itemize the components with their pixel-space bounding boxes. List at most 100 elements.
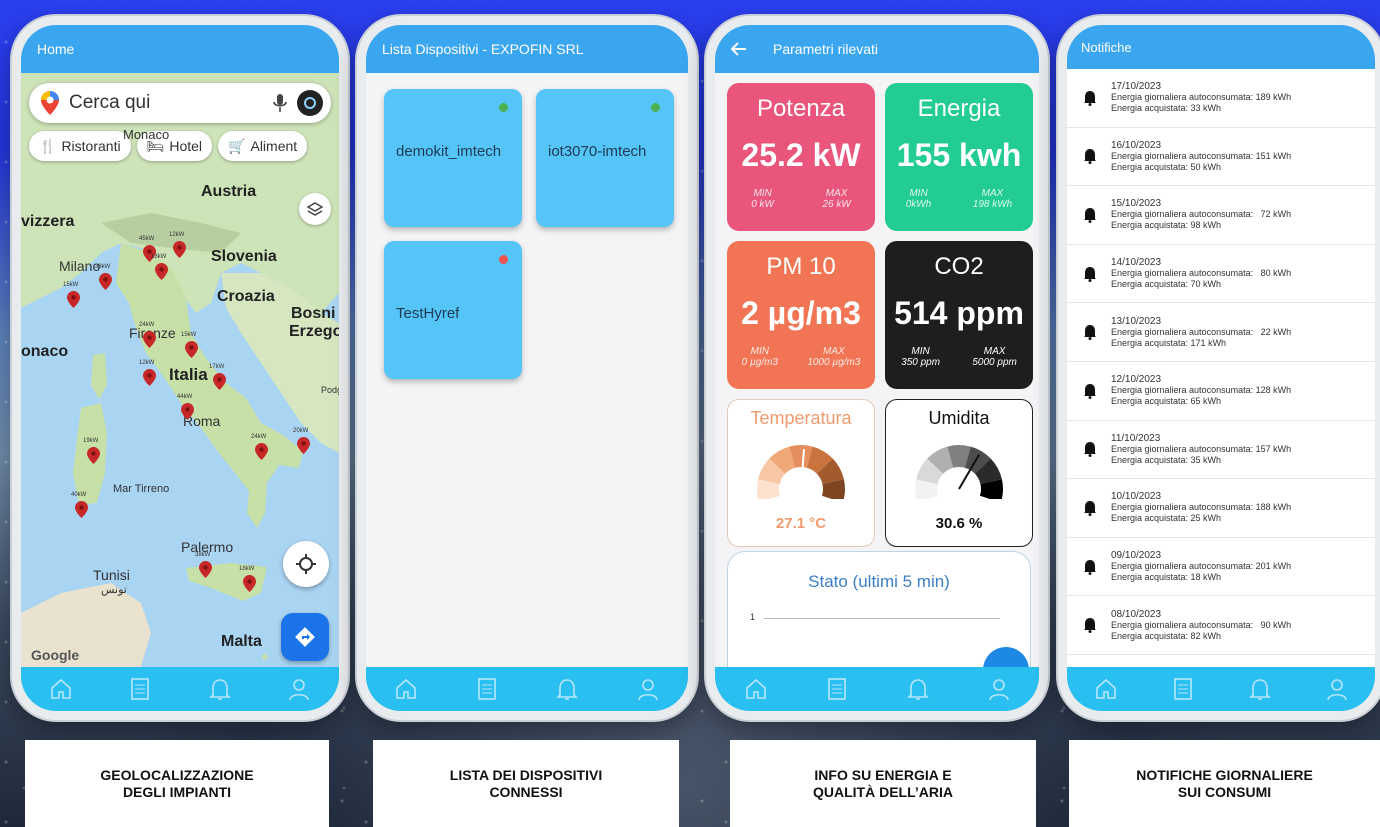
nav-devices[interactable] — [126, 675, 154, 703]
map-label-slovenia: Slovenia — [211, 248, 277, 265]
notification-line1: Energia giornaliera autoconsumata: 90 kW… — [1111, 619, 1292, 630]
user-icon — [1326, 679, 1347, 701]
directions-button[interactable] — [281, 613, 329, 661]
maps-pin-logo-icon — [41, 91, 59, 115]
nav-notifications[interactable] — [206, 675, 234, 703]
map-search-bar[interactable]: Cerca qui — [29, 83, 331, 123]
layers-button[interactable] — [299, 193, 331, 225]
device-card[interactable]: demokit_imtech — [384, 89, 522, 227]
phone-devices: Lista Dispositivi - EXPOFIN SRL demokit_… — [357, 16, 697, 720]
nav-home[interactable] — [392, 675, 420, 703]
plant-pin-icon[interactable] — [173, 241, 186, 258]
plant-pin-icon[interactable] — [255, 443, 268, 460]
plant-pin-icon[interactable] — [181, 403, 194, 420]
map-label-erzego: Erzego — [289, 323, 339, 340]
device-name: demokit_imtech — [396, 143, 502, 160]
plant-pin-icon[interactable] — [75, 501, 88, 518]
notification-line2: Energia acquistata: 35 kWh — [1111, 454, 1222, 465]
notification-line1: Energia giornaliera autoconsumata: 22 kW… — [1111, 326, 1292, 337]
notification-date: 15/10/2023 — [1111, 198, 1162, 210]
map-label-tunisi: Tunisi — [93, 567, 130, 583]
bottom-nav — [366, 667, 688, 711]
nav-profile[interactable] — [985, 675, 1013, 703]
plant-pin-icon[interactable] — [199, 561, 212, 578]
nav-home[interactable] — [47, 675, 75, 703]
nav-notifications[interactable] — [1246, 675, 1274, 703]
plant-pin-icon[interactable] — [243, 575, 256, 592]
notification-item[interactable]: 14/10/2023 Energia giornaliera autoconsum… — [1067, 245, 1375, 304]
notification-list: 17/10/2023 Energia giornaliera autoconsum… — [1067, 69, 1375, 655]
directions-icon — [295, 627, 315, 647]
chip-alimentari[interactable]: 🛒 Aliment — [218, 131, 308, 161]
plant-pin-icon[interactable] — [67, 291, 80, 308]
nav-devices[interactable] — [823, 675, 851, 703]
notification-item[interactable]: 12/10/2023 Energia giornaliera autoconsum… — [1067, 362, 1375, 421]
metric-card-potenza: Potenza 25.2 kW MIN 0 kW MAX 26 kW — [727, 83, 875, 231]
caption-geolocation: GEOLOCALIZZAZIONE DEGLI IMPIANTI — [25, 740, 329, 827]
nav-notifications[interactable] — [553, 675, 581, 703]
notification-item[interactable]: 11/10/2023 Energia giornaliera autoconsum… — [1067, 421, 1375, 480]
plant-pin-icon[interactable] — [185, 341, 198, 358]
profile-logo-icon — [304, 97, 316, 109]
caption-notifications: NOTIFICHE GIORNALIERE SUI CONSUMI — [1069, 740, 1380, 827]
device-card[interactable]: TestHyref — [384, 241, 522, 379]
back-arrow-icon[interactable] — [731, 42, 747, 56]
nav-notifications[interactable] — [904, 675, 932, 703]
nav-devices[interactable] — [1169, 675, 1197, 703]
plant-pin-icon[interactable] — [87, 447, 100, 464]
plant-pin-icon[interactable] — [99, 273, 112, 290]
notification-date: 11/10/2023 — [1111, 432, 1161, 444]
notification-line1: Energia giornaliera autoconsumata: 188 k… — [1111, 502, 1292, 513]
plant-pin-icon[interactable] — [143, 369, 156, 386]
chip-ristoranti[interactable]: 🍴 Ristoranti — [29, 131, 131, 161]
bell-icon — [1084, 90, 1096, 106]
notification-item[interactable]: 17/10/2023 Energia giornaliera autoconsum… — [1067, 69, 1375, 128]
devices-screen: demokit_imtech iot3070-imtech TestHyref — [366, 73, 688, 667]
plant-pin-icon[interactable] — [213, 373, 226, 390]
device-card[interactable]: iot3070-imtech — [536, 89, 674, 227]
plant-pin-icon[interactable] — [155, 263, 168, 280]
map-screen: Cerca qui 🍴 Ristoranti 🛏 Hotel 🛒 Aliment… — [21, 73, 339, 667]
nav-profile[interactable] — [285, 675, 313, 703]
page-title: Parametri rilevati — [773, 41, 879, 57]
plant-pin-icon[interactable] — [297, 437, 310, 454]
pin-power-label: 38kW — [95, 264, 111, 270]
bottom-nav — [1067, 667, 1375, 711]
notification-line1: Energia giornaliera autoconsumata: 151 k… — [1111, 150, 1292, 161]
location-target-icon — [296, 554, 316, 574]
bell-icon — [208, 679, 231, 700]
nav-profile[interactable] — [634, 675, 662, 703]
search-input[interactable]: Cerca qui — [69, 92, 263, 114]
notification-item[interactable]: 13/10/2023 Energia giornaliera autoconsum… — [1067, 303, 1375, 362]
pin-power-label: 24kW — [251, 434, 267, 440]
microphone-icon[interactable] — [273, 93, 287, 113]
map-label-naco: onaco — [21, 343, 69, 360]
nav-home[interactable] — [742, 675, 770, 703]
notification-item[interactable]: 08/10/2023 Energia giornaliera autoconsum… — [1067, 596, 1375, 655]
notification-line2: Energia acquistata: 50 kWh — [1111, 161, 1222, 172]
notification-date: 08/10/2023 — [1111, 608, 1162, 620]
notification-line1: Energia giornaliera autoconsumata: 201 k… — [1111, 561, 1292, 572]
plant-pin-icon[interactable] — [143, 331, 156, 348]
nav-profile[interactable] — [1323, 675, 1351, 703]
nav-home[interactable] — [1092, 675, 1120, 703]
caption-devices: LISTA DEI DISPOSITIVI CONNESSI — [373, 740, 679, 827]
pin-power-label: 20kW — [293, 428, 309, 434]
notification-item[interactable]: 10/10/2023 Energia giornaliera autoconsum… — [1067, 479, 1375, 538]
bell-icon — [556, 679, 579, 700]
pin-power-label: 44kW — [177, 394, 193, 400]
notification-item[interactable]: 09/10/2023 Energia giornaliera autoconsum… — [1067, 538, 1375, 597]
home-icon — [745, 678, 766, 699]
home-icon — [396, 678, 417, 699]
notification-line1: Energia giornaliera autoconsumata: 189 k… — [1111, 92, 1292, 103]
notification-item[interactable]: 15/10/2023 Energia giornaliera autoconsum… — [1067, 186, 1375, 245]
phone-notifications: Notifiche 17/10/2023 Energia giornaliera … — [1058, 16, 1380, 720]
map-view[interactable]: Cerca qui 🍴 Ristoranti 🛏 Hotel 🛒 Aliment… — [21, 73, 339, 667]
notification-date: 09/10/2023 — [1111, 550, 1162, 562]
my-location-button[interactable] — [283, 541, 329, 587]
map-label-bosnia: Bosni — [291, 305, 336, 322]
notification-item[interactable]: 16/10/2023 Energia giornaliera autoconsum… — [1067, 128, 1375, 187]
nav-devices[interactable] — [473, 675, 501, 703]
avatar[interactable] — [297, 90, 323, 116]
bell-icon — [1084, 149, 1096, 165]
